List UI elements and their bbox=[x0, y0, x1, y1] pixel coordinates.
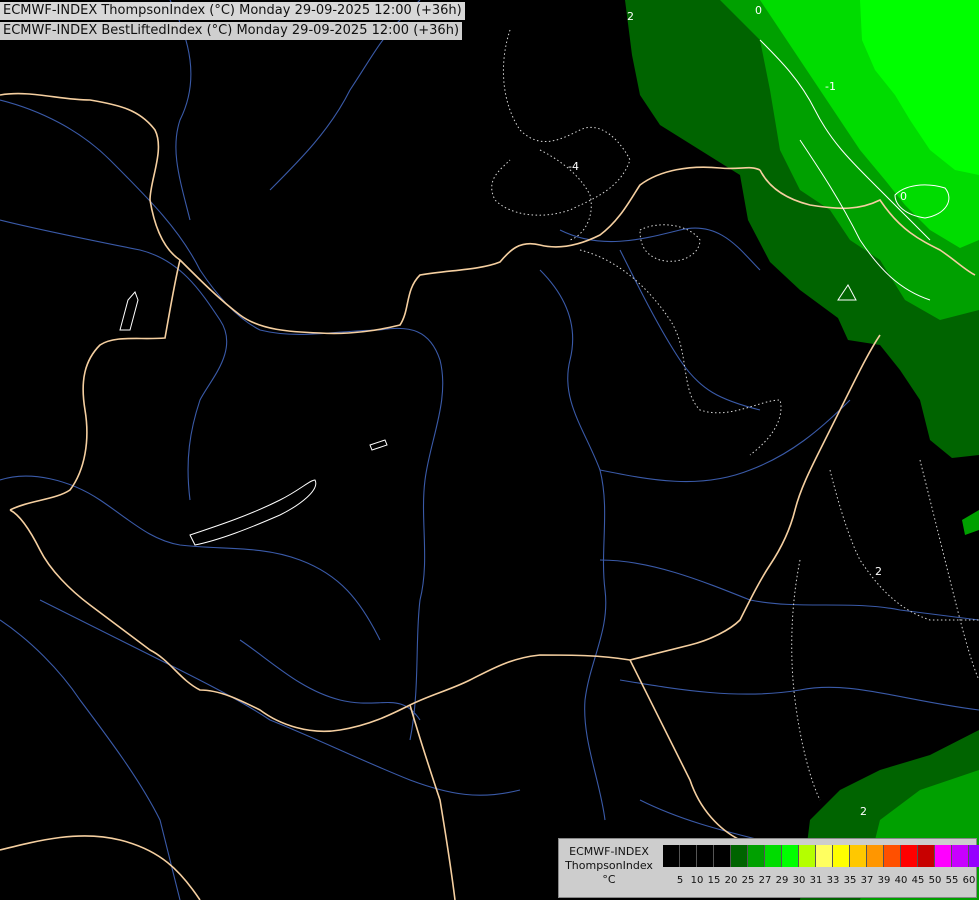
legend-swatch bbox=[680, 845, 697, 867]
legend-tick-label: 40 bbox=[894, 875, 908, 886]
legend-tick-label: 50 bbox=[928, 875, 942, 886]
legend-label-unit: °C bbox=[602, 873, 616, 886]
legend-tick-label: 30 bbox=[792, 875, 806, 886]
river-tisza bbox=[539, 269, 607, 821]
map-title-thompson: ECMWF-INDEX ThompsonIndex (°C) Monday 29… bbox=[0, 2, 465, 20]
legend-swatch bbox=[901, 845, 918, 867]
legend-label-source: ECMWF-INDEX bbox=[569, 845, 649, 858]
legend-tick-label: 60 bbox=[962, 875, 976, 886]
dotted-contour-ring bbox=[639, 224, 701, 262]
dotted-contour-northeast bbox=[579, 249, 782, 456]
legend-tick-label: 29 bbox=[775, 875, 789, 886]
river-southwest bbox=[0, 619, 181, 900]
dotted-contour-center bbox=[539, 149, 592, 241]
border-south-2 bbox=[409, 704, 456, 900]
border-romania-west bbox=[629, 334, 881, 661]
legend-swatch bbox=[867, 845, 884, 867]
dotted-contour-southeast bbox=[791, 559, 821, 801]
river-east-1 bbox=[599, 399, 851, 483]
legend-swatch bbox=[748, 845, 765, 867]
legend-swatch bbox=[850, 845, 867, 867]
contour-label-right-zero: 0 bbox=[900, 190, 907, 203]
contour-northwest-lake bbox=[119, 291, 139, 331]
color-legend: ECMWF-INDEX ThompsonIndex °C 5 10 15 20 25 27… bbox=[558, 838, 979, 898]
legend-swatch bbox=[833, 845, 850, 867]
legend-tick-label: 20 bbox=[724, 875, 738, 886]
river-danube-north bbox=[0, 99, 444, 741]
river-west-2 bbox=[0, 475, 381, 641]
legend-tick-label: 33 bbox=[826, 875, 840, 886]
border-south-3 bbox=[629, 659, 741, 841]
legend-swatch bbox=[697, 845, 714, 867]
legend-label-parameter: ThompsonIndex bbox=[565, 859, 653, 872]
river-north-east-2 bbox=[619, 249, 761, 411]
legend-swatch bbox=[714, 845, 731, 867]
legend-swatch bbox=[731, 845, 748, 867]
dotted-contour-east bbox=[829, 469, 979, 621]
legend-swatches bbox=[663, 845, 979, 867]
contour-label-left-upper: 2 bbox=[627, 10, 634, 23]
legend-tick-label: 25 bbox=[741, 875, 755, 886]
legend-tick-label: 37 bbox=[860, 875, 874, 886]
legend-tick-label: 35 bbox=[843, 875, 857, 886]
legend-tick-label: 39 bbox=[877, 875, 891, 886]
legend-swatch bbox=[918, 845, 935, 867]
legend-swatch bbox=[782, 845, 799, 867]
legend-swatch bbox=[935, 845, 952, 867]
dotted-contour-right bbox=[919, 459, 979, 681]
legend-swatch bbox=[663, 845, 680, 867]
legend-swatch bbox=[884, 845, 901, 867]
legend-tick-label: 45 bbox=[911, 875, 925, 886]
contour-label-bottom-right: 2 bbox=[860, 805, 867, 818]
border-west bbox=[9, 259, 181, 511]
green-field-east-edge bbox=[962, 510, 979, 535]
contour-label-right-mid: 2 bbox=[875, 565, 882, 578]
river-north-east bbox=[559, 227, 761, 271]
contour-label-top-center: -4 bbox=[568, 160, 579, 173]
border-lower-left bbox=[0, 835, 201, 900]
legend-tick-label: 15 bbox=[707, 875, 721, 886]
river-west-1 bbox=[0, 219, 228, 501]
map-viewport: { "header": { "line1": "ECMWF-INDEX Thom… bbox=[0, 0, 979, 900]
legend-tick-label: 55 bbox=[945, 875, 959, 886]
legend-swatch bbox=[816, 845, 833, 867]
legend-swatch bbox=[765, 845, 782, 867]
legend-swatch bbox=[799, 845, 816, 867]
legend-tick-label: 10 bbox=[690, 875, 704, 886]
map-title-lifted: ECMWF-INDEX BestLiftedIndex (°C) Monday … bbox=[0, 22, 463, 40]
weather-map: 0 -1 -4 2 2 2 0 bbox=[0, 0, 979, 900]
contour-lake-balaton bbox=[189, 479, 317, 546]
thompson-index-fill bbox=[625, 0, 979, 900]
legend-swatch bbox=[952, 845, 969, 867]
contour-label-top-right-b: -1 bbox=[825, 80, 836, 93]
dotted-contour-north bbox=[491, 29, 631, 216]
river-east-3 bbox=[619, 679, 979, 711]
legend-label: ECMWF-INDEX ThompsonIndex °C bbox=[561, 845, 657, 887]
river-east-2 bbox=[599, 559, 979, 621]
legend-tick-label: 5 bbox=[676, 875, 684, 886]
border-north bbox=[0, 92, 761, 335]
river-south bbox=[39, 599, 521, 796]
border-south bbox=[9, 509, 631, 733]
contour-label-top-right-a: 0 bbox=[755, 4, 762, 17]
legend-tick-label: 27 bbox=[758, 875, 772, 886]
legend-tick-label: 31 bbox=[809, 875, 823, 886]
river-drava bbox=[239, 639, 421, 721]
legend-swatch bbox=[969, 845, 979, 867]
legend-ticks: 5 10 15 20 25 27 29 30 31 33 35 37 39 40 45 50 55 60 bbox=[663, 875, 976, 891]
contour-small-lake bbox=[369, 439, 388, 451]
